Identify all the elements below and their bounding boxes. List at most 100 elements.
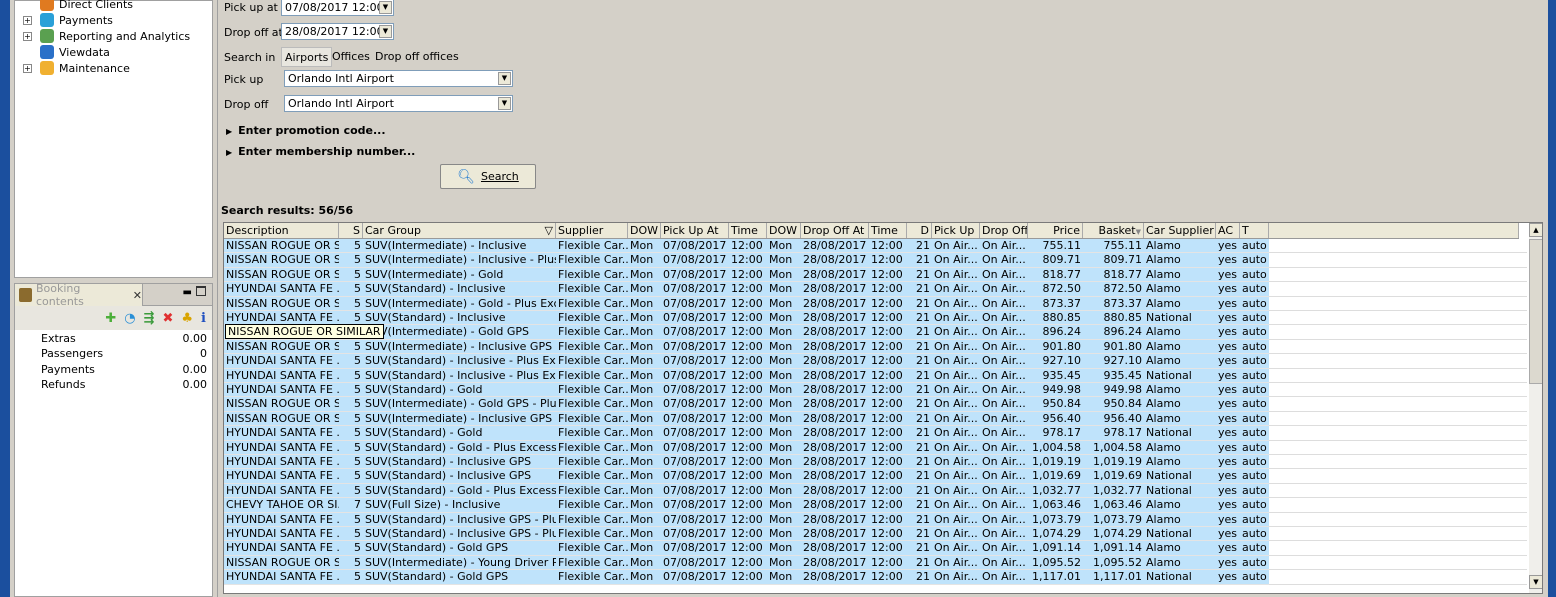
- column-header[interactable]: S: [339, 223, 363, 238]
- tree-item[interactable]: + Payments: [23, 12, 113, 28]
- table-row[interactable]: HYUNDAI SANTA FE ... 5 SUV(Standard) - Inc…: [224, 455, 1527, 470]
- table-cell: 5: [339, 483, 363, 499]
- refresh-icon[interactable]: ◔: [124, 311, 135, 326]
- search-button[interactable]: 🔍︎ Search: [440, 164, 536, 189]
- table-cell: On Air...: [980, 469, 1028, 484]
- table-row[interactable]: NISSAN ROGUE OR S... 5 SUV(Intermediate) -…: [224, 339, 1527, 355]
- vertical-scrollbar[interactable]: ▲ ▼: [1529, 223, 1542, 593]
- expand-icon[interactable]: +: [23, 31, 32, 41]
- column-header[interactable]: T: [1240, 223, 1269, 238]
- expand-icon[interactable]: +: [23, 15, 32, 25]
- table-cell: yes: [1216, 570, 1240, 585]
- table-cell: SUV(Standard) - Inclusive GPS: [363, 469, 556, 484]
- table-row[interactable]: HYUNDAI SANTA FE ... 5 SUV(Standard) - Inc…: [224, 527, 1527, 542]
- column-header[interactable]: DOW: [767, 223, 801, 238]
- table-row[interactable]: HYUNDAI SANTA FE ... 5 SUV(Standard) - Inc…: [224, 354, 1527, 369]
- expand-icon[interactable]: +: [23, 63, 32, 73]
- promotion-code-expander[interactable]: ▶ Enter promotion code...: [226, 124, 386, 137]
- scrollbar-thumb[interactable]: [1529, 239, 1542, 384]
- close-icon[interactable]: ✕: [133, 289, 142, 302]
- tree-item[interactable]: Direct Clients: [23, 0, 133, 12]
- table-row[interactable]: NISSAN ROGUE OR S...SUV(Intermediate) - …: [224, 325, 1527, 340]
- table-row[interactable]: HYUNDAI SANTA FE ... 5 SUV(Standard) - Gol…: [224, 541, 1527, 556]
- tab-drop-off-offices[interactable]: Drop off offices: [372, 47, 462, 67]
- column-header[interactable]: Car Group ▽: [363, 223, 556, 238]
- column-header[interactable]: DOW: [628, 223, 661, 238]
- pickup-at-field[interactable]: 07/08/2017 12:00 ▼: [281, 0, 394, 16]
- table-cell: 28/08/2017: [801, 253, 869, 268]
- minimize-icon[interactable]: ▬: [183, 287, 192, 298]
- column-header[interactable]: Car Supplier: [1144, 223, 1216, 238]
- chevron-down-icon[interactable]: ▼: [379, 25, 392, 38]
- column-header[interactable]: Drop Off: [980, 223, 1028, 238]
- table-row[interactable]: NISSAN ROGUE OR S... 5 SUV(Intermediate) -…: [224, 397, 1527, 412]
- column-header[interactable]: Price: [1028, 223, 1083, 238]
- booking-row-value: 0: [200, 347, 207, 361]
- column-header[interactable]: AC: [1216, 223, 1240, 238]
- table-row[interactable]: HYUNDAI SANTA FE ... 5 SUV(Standard) - Inc…: [224, 311, 1527, 326]
- column-header[interactable]: Pick Up: [932, 223, 980, 238]
- table-row[interactable]: HYUNDAI SANTA FE ... 5 SUV(Standard) - Inc…: [224, 469, 1527, 484]
- table-cell: NISSAN ROGUE OR S...: [224, 253, 339, 268]
- scroll-down-icon[interactable]: ▼: [1529, 575, 1542, 589]
- table-cell: auto: [1240, 440, 1269, 455]
- table-cell: SUV(Standard) - Inclusive GPS - Plus ...: [363, 512, 556, 527]
- delete-icon[interactable]: ✖: [162, 311, 173, 326]
- table-row[interactable]: CHEVY TAHOE OR SI... 7 SUV(Full Size) - In…: [224, 498, 1527, 513]
- table-cell: On Air...: [980, 512, 1028, 527]
- table-cell: Mon: [767, 311, 801, 326]
- table-cell: yes: [1216, 426, 1240, 441]
- table-cell: On Air...: [980, 570, 1028, 585]
- table-row[interactable]: NISSAN ROGUE OR S... 5 SUV(Intermediate) -…: [224, 555, 1527, 571]
- tab-booking-contents[interactable]: Booking contents ✕: [15, 282, 143, 308]
- tab-airports[interactable]: Airports: [281, 47, 333, 67]
- column-header[interactable]: Time: [869, 223, 907, 238]
- tab-offices[interactable]: Offices: [329, 47, 373, 67]
- tree-item[interactable]: Viewdata: [23, 44, 110, 60]
- table-row[interactable]: NISSAN ROGUE OR S... 5 SUV(Intermediate) -…: [224, 239, 1527, 254]
- chevron-down-icon[interactable]: ▼: [379, 1, 392, 14]
- table-cell: HYUNDAI SANTA FE ...: [224, 527, 339, 542]
- column-header[interactable]: Pick Up At: [661, 223, 729, 238]
- table-row[interactable]: NISSAN ROGUE OR S... 5 SUV(Intermediate) -…: [224, 267, 1527, 283]
- column-header[interactable]: D: [907, 223, 932, 238]
- table-row[interactable]: HYUNDAI SANTA FE ... 5 SUV(Standard) - Gol…: [224, 383, 1527, 398]
- column-header[interactable]: Basket▼: [1083, 223, 1144, 238]
- table-row[interactable]: HYUNDAI SANTA FE ... 5 SUV(Standard) - Gol…: [224, 440, 1527, 455]
- booking-row-label: Extras: [41, 332, 76, 345]
- maximize-icon[interactable]: [196, 286, 206, 296]
- table-cell: 1,004.58: [1083, 440, 1144, 455]
- tree-item[interactable]: + Reporting and Analytics: [23, 28, 190, 44]
- dropoff-at-field[interactable]: 28/08/2017 12:00 ▼: [281, 23, 394, 40]
- filter-icon[interactable]: ▽: [545, 223, 553, 238]
- column-header[interactable]: Description: [224, 223, 339, 238]
- dropoff-location-select[interactable]: Orlando Intl Airport ▼: [284, 95, 513, 112]
- table-cell: On Air...: [932, 253, 980, 268]
- column-header[interactable]: Drop Off At: [801, 223, 869, 238]
- table-cell: 12:00: [729, 498, 767, 513]
- chevron-down-icon[interactable]: ▼: [498, 97, 511, 110]
- table-row[interactable]: HYUNDAI SANTA FE ... 5 SUV(Standard) - Inc…: [224, 282, 1527, 297]
- table-row[interactable]: HYUNDAI SANTA FE ... 5 SUV(Standard) - Inc…: [224, 368, 1527, 383]
- island-icon[interactable]: ♣: [181, 311, 193, 326]
- column-header[interactable]: Time: [729, 223, 767, 238]
- table-cell: 12:00: [869, 267, 907, 283]
- scroll-up-icon[interactable]: ▲: [1529, 223, 1542, 237]
- chevron-down-icon[interactable]: ▼: [498, 72, 511, 85]
- membership-number-expander[interactable]: ▶ Enter membership number...: [226, 145, 415, 158]
- table-cell: yes: [1216, 455, 1240, 470]
- cart-icon[interactable]: ⇶: [144, 311, 155, 326]
- pickup-location-select[interactable]: Orlando Intl Airport ▼: [284, 70, 513, 87]
- column-header-label: Supplier: [558, 224, 604, 237]
- info-icon[interactable]: i: [201, 311, 206, 326]
- add-icon[interactable]: ✚: [105, 311, 116, 326]
- table-row[interactable]: HYUNDAI SANTA FE ... 5 SUV(Standard) - Gol…: [224, 483, 1527, 499]
- tree-item[interactable]: + Maintenance: [23, 60, 130, 76]
- column-header[interactable]: Supplier: [556, 223, 628, 238]
- table-row[interactable]: NISSAN ROGUE OR S... 5 SUV(Intermediate) -…: [224, 411, 1527, 427]
- table-row[interactable]: NISSAN ROGUE OR S... 5 SUV(Intermediate) -…: [224, 296, 1527, 311]
- table-row[interactable]: HYUNDAI SANTA FE ... 5 SUV(Standard) - Inc…: [224, 512, 1527, 527]
- table-row[interactable]: HYUNDAI SANTA FE ... 5 SUV(Standard) - Gol…: [224, 426, 1527, 441]
- table-row[interactable]: NISSAN ROGUE OR S... 5 SUV(Intermediate) -…: [224, 253, 1527, 268]
- table-row[interactable]: HYUNDAI SANTA FE ... 5 SUV(Standard) - Gol…: [224, 570, 1527, 585]
